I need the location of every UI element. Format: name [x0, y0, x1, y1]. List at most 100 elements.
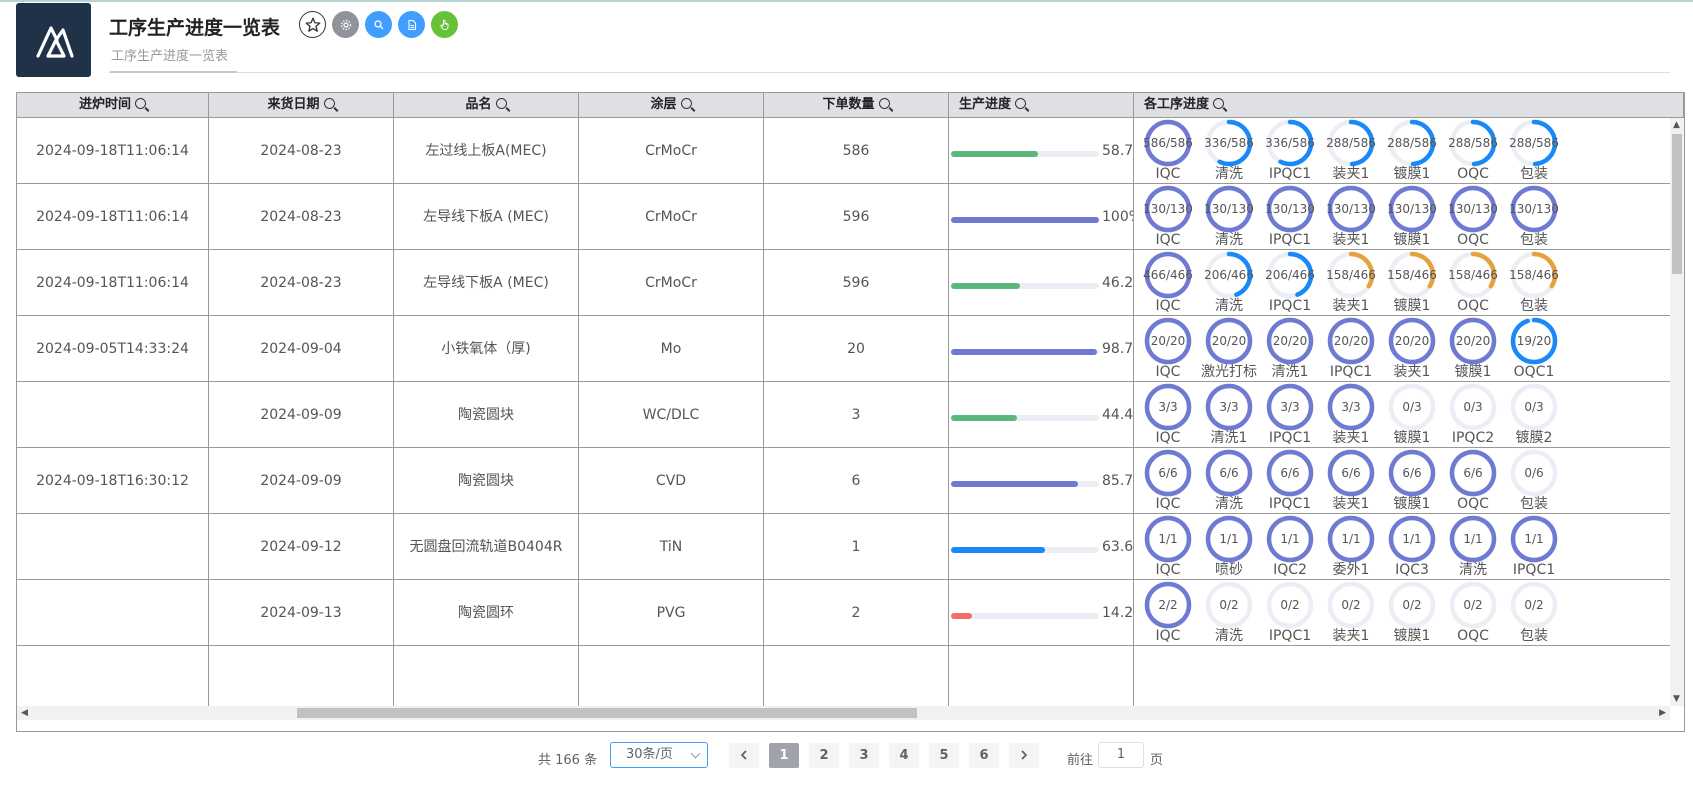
step-progress-ring: 6/6 装夹1	[1321, 448, 1381, 514]
column-search-icon[interactable]	[135, 98, 146, 109]
table-row[interactable]: 2024-09-13陶瓷圆环PVG2 14.29% 2/2 IQC 0/2 清洗 0/2 IP…	[17, 580, 1684, 646]
cell-product-name: 左过线上板A(MEC)	[394, 118, 579, 184]
settings-button[interactable]	[332, 11, 359, 38]
vertical-scroll-thumb[interactable]	[1672, 134, 1682, 274]
step-progress-ring: 0/3 IPQC2	[1443, 382, 1503, 448]
step-count: 158/466	[1326, 268, 1376, 282]
column-search-icon[interactable]	[878, 98, 890, 109]
cell-arrival-date: 2024-09-09	[209, 382, 394, 448]
page-size-select[interactable]: 30条/页	[610, 742, 708, 768]
table-row-partial[interactable]	[17, 646, 1684, 706]
step-count: 1/1	[1524, 532, 1544, 546]
search-button[interactable]	[365, 11, 392, 38]
page-title: 工序生产进度一览表	[109, 17, 281, 39]
step-progress-ring: 336/586 清洗	[1199, 118, 1259, 184]
cell-production-progress: 63.64%	[949, 514, 1134, 580]
step-progress-ring: 130/130 IQC	[1138, 184, 1198, 250]
page-button-1[interactable]: 1	[769, 743, 799, 768]
table-row[interactable]: 2024-09-18T16:30:12 2024-09-09 陶瓷圆块 CVD 6 85.…	[17, 448, 1684, 514]
step-progress-ring: 130/130 装夹1	[1321, 184, 1381, 250]
step-name: OQC	[1457, 298, 1489, 314]
step-count: 6/6	[1402, 466, 1422, 480]
cell-production-progress: 100%	[949, 184, 1134, 250]
goto-page-input[interactable]: 1	[1098, 742, 1144, 768]
scroll-down-icon[interactable]: ▼	[1673, 694, 1680, 704]
cell-in-time	[17, 514, 209, 580]
step-name: 清洗	[1215, 232, 1243, 248]
header-col-arrival-date[interactable]: 来货日期	[209, 93, 394, 117]
cell-arrival-date: 2024-08-23	[209, 250, 394, 316]
step-count: 1/1	[1402, 532, 1422, 546]
table-row[interactable]: 2024-09-18T11:06:14 2024-08-23 左过线上板A(MEC)…	[17, 118, 1684, 184]
cell-order-qty: 3	[764, 382, 949, 448]
step-progress-ring: 288/586 包装	[1504, 118, 1564, 184]
cell-in-time	[17, 382, 209, 448]
page-button-4[interactable]: 4	[889, 743, 919, 768]
column-search-icon[interactable]	[680, 98, 692, 109]
page-button-6[interactable]: 6	[969, 743, 999, 768]
step-progress-ring: 20/20 镀膜1	[1443, 316, 1503, 382]
vertical-scrollbar[interactable]: ▲ ▼	[1670, 118, 1684, 706]
step-name: 镀膜1	[1454, 364, 1492, 380]
cell-coating: Mo	[579, 316, 764, 382]
step-count: 0/6	[1524, 466, 1544, 480]
column-header-label: 来货日期	[267, 97, 320, 112]
logo-mark-icon	[35, 26, 74, 58]
step-progress-ring: 6/6 OQC	[1443, 448, 1503, 514]
column-search-icon[interactable]	[495, 98, 507, 109]
step-progress-ring: 20/20 IPQC1	[1321, 316, 1381, 382]
document-button[interactable]	[398, 11, 425, 38]
step-progress-ring: 586/586 IQC	[1138, 118, 1198, 184]
step-name: IQC	[1155, 430, 1181, 446]
progress-percent: 46.29%	[1102, 275, 1134, 291]
step-progress-ring: 20/20 清洗1	[1260, 316, 1320, 382]
cell-empty	[579, 646, 764, 706]
step-progress-ring: 3/3 IPQC1	[1260, 382, 1320, 448]
progress-percent: 98.75%	[1102, 341, 1134, 357]
app-logo[interactable]	[16, 3, 91, 77]
page-button-5[interactable]: 5	[929, 743, 959, 768]
step-name: 装夹1	[1393, 364, 1431, 380]
step-progress-ring: 288/586 OQC	[1443, 118, 1503, 184]
prev-page-button[interactable]	[729, 743, 759, 768]
scroll-right-icon[interactable]: ▶	[1659, 708, 1666, 718]
step-name: 镀膜1	[1393, 628, 1431, 644]
table-row[interactable]: 2024-09-18T11:06:14 2024-08-23 左导线下板A (MEC…	[17, 184, 1684, 250]
cell-production-progress: 14.29%	[949, 580, 1134, 646]
progress-bar	[951, 613, 1099, 619]
step-progress-ring: 130/130 包装	[1504, 184, 1564, 250]
table-row[interactable]: 2024-09-09陶瓷圆块WC/DLC344.44%3/3IQC3/3清洗13…	[17, 382, 1684, 448]
column-search-icon[interactable]	[323, 98, 335, 109]
header-col-order-qty[interactable]: 下单数量	[764, 93, 949, 117]
scroll-up-icon[interactable]: ▲	[1673, 120, 1680, 130]
header-col-coating[interactable]: 涂层	[579, 93, 764, 117]
horizontal-scroll-thumb[interactable]	[297, 708, 917, 718]
step-name: 包装	[1520, 496, 1548, 512]
hand-pointer-button[interactable]	[431, 11, 458, 38]
page-button-2[interactable]: 2	[809, 743, 839, 768]
column-search-icon[interactable]	[1213, 98, 1225, 109]
cell-production-progress: 98.75%	[949, 316, 1134, 382]
header-col-production-progress[interactable]: 生产进度	[949, 93, 1134, 117]
next-page-button[interactable]	[1009, 743, 1039, 768]
header-col-step-progress[interactable]: 各工序进度	[1134, 93, 1684, 117]
column-search-icon[interactable]	[1015, 98, 1027, 109]
step-name: IQC	[1155, 364, 1181, 380]
horizontal-scrollbar[interactable]: ◀ ▶	[17, 706, 1670, 720]
step-count: 0/3	[1524, 400, 1544, 414]
table-row[interactable]: 2024-09-12无圆盘回流轨道B0404RTiN163.64%1/1IQC1…	[17, 514, 1684, 580]
page-button-3[interactable]: 3	[849, 743, 879, 768]
scroll-left-icon[interactable]: ◀	[21, 708, 28, 718]
favorite-star-button[interactable]	[299, 11, 326, 38]
cell-production-progress: 44.44%	[949, 382, 1134, 448]
header-col-in-time[interactable]: 进炉时间	[17, 93, 209, 117]
step-progress-ring: 3/3 装夹1	[1321, 382, 1381, 448]
header-col-product-name[interactable]: 品名	[394, 93, 579, 117]
cell-product-name: 左导线下板A (MEC)	[394, 250, 579, 316]
step-name: 装夹1	[1332, 496, 1370, 512]
table-row[interactable]: 2024-09-05T14:33:24 2024-09-04 小铁氧体（厚) Mo 20…	[17, 316, 1684, 382]
step-progress-ring: 466/466 IQC	[1138, 250, 1198, 316]
breadcrumb-tab[interactable]: 工序生产进度一览表	[111, 45, 228, 64]
step-count: 130/130	[1265, 202, 1315, 216]
table-row[interactable]: 2024-09-18T11:06:14 2024-08-23 左导线下板A (MEC…	[17, 250, 1684, 316]
